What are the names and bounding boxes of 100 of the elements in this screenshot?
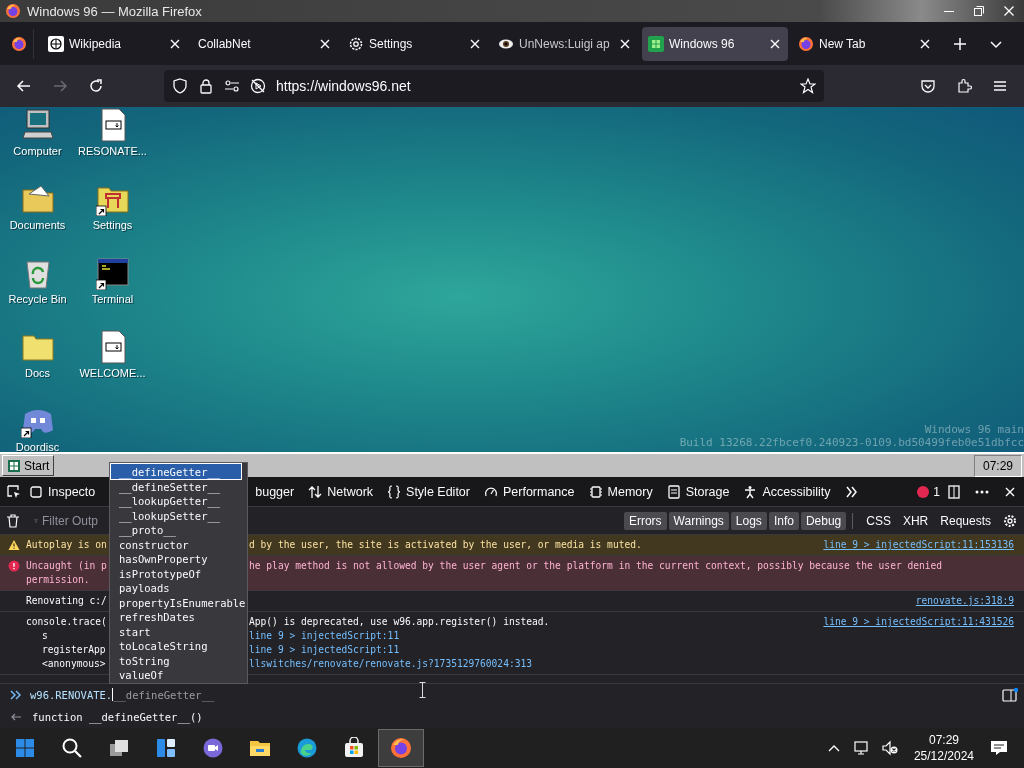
- autocomplete-item[interactable]: start: [111, 623, 241, 638]
- autocomplete-item[interactable]: __proto__: [111, 522, 241, 537]
- shield-icon[interactable]: [172, 78, 188, 94]
- browser-tab[interactable]: New Tab: [792, 26, 938, 61]
- autocomplete-item[interactable]: toString: [111, 652, 241, 667]
- permissions-icon[interactable]: [224, 78, 240, 94]
- trash-icon[interactable]: [6, 513, 20, 528]
- windows-logo-icon: [14, 737, 36, 759]
- browser-tab[interactable]: UnNews:Luigi ap: [492, 26, 638, 61]
- autocomplete-item[interactable]: refreshDates: [111, 609, 241, 624]
- filter-toggle[interactable]: Info: [768, 511, 799, 530]
- puzzle-icon: [956, 78, 972, 94]
- autocomplete-item[interactable]: hasOwnProperty: [111, 551, 241, 566]
- source-link[interactable]: renovate.js:318:9: [905, 594, 1014, 608]
- stack-frame-link[interactable]: line 9 > injectedScript:11: [249, 643, 400, 657]
- browser-tab[interactable]: CollabNet: [192, 26, 338, 61]
- icon-label[interactable]: Recycle Bin: [8, 293, 67, 305]
- notification-icon[interactable]: [990, 740, 1008, 756]
- element-picker-icon[interactable]: [6, 483, 22, 500]
- browser-swirl-icon: [296, 737, 318, 759]
- icon-label[interactable]: RESONATE...: [78, 145, 147, 157]
- video-chat-icon: [202, 737, 224, 759]
- autocomplete-item[interactable]: __defineGetter__: [111, 464, 241, 479]
- start-button[interactable]: Start: [2, 455, 55, 476]
- filter-toggle[interactable]: Debug: [800, 511, 847, 530]
- devtools-tab[interactable]: Performance: [476, 477, 582, 506]
- icon-label[interactable]: Doordisc: [15, 441, 60, 453]
- devtools-tab[interactable]: Accessibility: [736, 477, 838, 506]
- message-text: he play method is not allowed by the user agent or the platform in the current context, possibly because the user denied: [249, 559, 943, 573]
- autoplay-blocked-icon[interactable]: [250, 78, 266, 94]
- devtools-tab[interactable]: Storage: [659, 477, 737, 506]
- warning-icon: [8, 539, 20, 551]
- padlock-icon[interactable]: [198, 78, 214, 94]
- devtools-tab[interactable]: Network: [301, 477, 381, 506]
- filter-field[interactable]: Filter Outp: [30, 509, 100, 532]
- browser-tab[interactable]: Windows 96: [642, 26, 788, 61]
- icon-label[interactable]: Settings: [92, 219, 133, 231]
- source-link[interactable]: line 9 > injectedScript:11:431526: [813, 615, 1014, 629]
- star-icon[interactable]: [800, 78, 816, 94]
- autocomplete-item[interactable]: toLocaleString: [111, 638, 241, 653]
- filter-toggle[interactable]: Logs: [730, 511, 767, 530]
- console-input[interactable]: w96.RENOVATE.__defineGetter__: [30, 688, 215, 701]
- autocomplete-item[interactable]: __lookupSetter__: [111, 507, 241, 522]
- reload-icon: [88, 78, 104, 94]
- message-text: Renovating c:/: [26, 594, 107, 608]
- icon-label[interactable]: Docs: [24, 367, 51, 379]
- autocomplete-item[interactable]: isPrototypeOf: [111, 565, 241, 580]
- url-text: https://windows96.net: [276, 78, 412, 94]
- chip-icon: [588, 484, 603, 499]
- icon-label[interactable]: Computer: [13, 145, 62, 157]
- firefox-icon: [5, 3, 21, 19]
- filter-toggle[interactable]: Warnings: [668, 511, 729, 530]
- network-icon[interactable]: [853, 740, 870, 756]
- filter-toggle[interactable]: Errors: [623, 511, 667, 530]
- close-icon: [1004, 6, 1014, 16]
- firefox-icon: [390, 737, 412, 759]
- devtools-tab[interactable]: bugger: [248, 477, 302, 506]
- address-bar[interactable]: https://windows96.net: [164, 70, 824, 102]
- taskbar-time[interactable]: 07:29: [928, 732, 959, 748]
- devtools-tab[interactable]: Memory: [581, 477, 660, 506]
- autocomplete-item[interactable]: constructor: [111, 536, 241, 551]
- message-text: permission.: [26, 573, 90, 587]
- source-link[interactable]: line 9 > injectedScript:11:153136: [813, 538, 1014, 552]
- stack-frame-name: <anonymous>: [42, 657, 106, 671]
- widgets-icon: [155, 737, 177, 759]
- braces-icon: [387, 484, 402, 499]
- prompt-icon: [10, 688, 22, 701]
- terminal-icon[interactable]: [95, 256, 130, 290]
- devtools-tab[interactable]: Inspecto: [22, 477, 103, 506]
- message-text: d by the user, the site is activated by the user, or media is muted.: [249, 538, 642, 552]
- devtools-tab[interactable]: Style Editor: [380, 477, 477, 506]
- browser-tab[interactable]: Wikipedia: [42, 26, 188, 61]
- message-text: console.trace(: [26, 615, 107, 629]
- filter-toggle[interactable]: XHR: [897, 511, 934, 530]
- stack-frame-link[interactable]: line 9 > injectedScript:11: [249, 629, 400, 643]
- autocomplete-item[interactable]: payloads: [111, 580, 241, 595]
- gear-icon: [348, 35, 364, 52]
- filter-toggle[interactable]: CSS: [861, 511, 896, 530]
- window-title: Windows 96 — Mozilla Firefox: [27, 3, 203, 19]
- icon-label[interactable]: Documents: [9, 219, 66, 231]
- computer-icon[interactable]: [20, 108, 55, 142]
- autocomplete-item[interactable]: __defineSetter__: [111, 478, 241, 493]
- autocomplete-item[interactable]: valueOf: [111, 667, 241, 682]
- speaker-muted-icon[interactable]: [881, 740, 898, 756]
- store-bag-icon: [343, 737, 365, 759]
- icon-label[interactable]: WELCOME...: [79, 367, 146, 379]
- stack-frame-link[interactable]: llswitches/renovate/renovate.js?1735129760024:313: [249, 657, 533, 671]
- build-info-text: Windows 96 main: [923, 423, 1024, 436]
- browser-tab[interactable]: Settings: [342, 26, 488, 61]
- menu-icon: [992, 78, 1008, 94]
- message-text: Uncaught (in p: [26, 559, 107, 573]
- stack-frame-name: registerApp: [42, 643, 106, 657]
- taskbar-date[interactable]: 25/12/2024: [913, 748, 974, 764]
- autocomplete-item[interactable]: __lookupGetter__: [111, 493, 241, 508]
- globe-icon: [48, 35, 64, 52]
- filter-toggle[interactable]: Requests: [935, 511, 996, 530]
- icon-label[interactable]: Terminal: [91, 293, 134, 305]
- sidebar-icon: [1002, 686, 1018, 703]
- error-count[interactable]: 1: [917, 484, 940, 499]
- split-console-button[interactable]: [1002, 686, 1018, 703]
